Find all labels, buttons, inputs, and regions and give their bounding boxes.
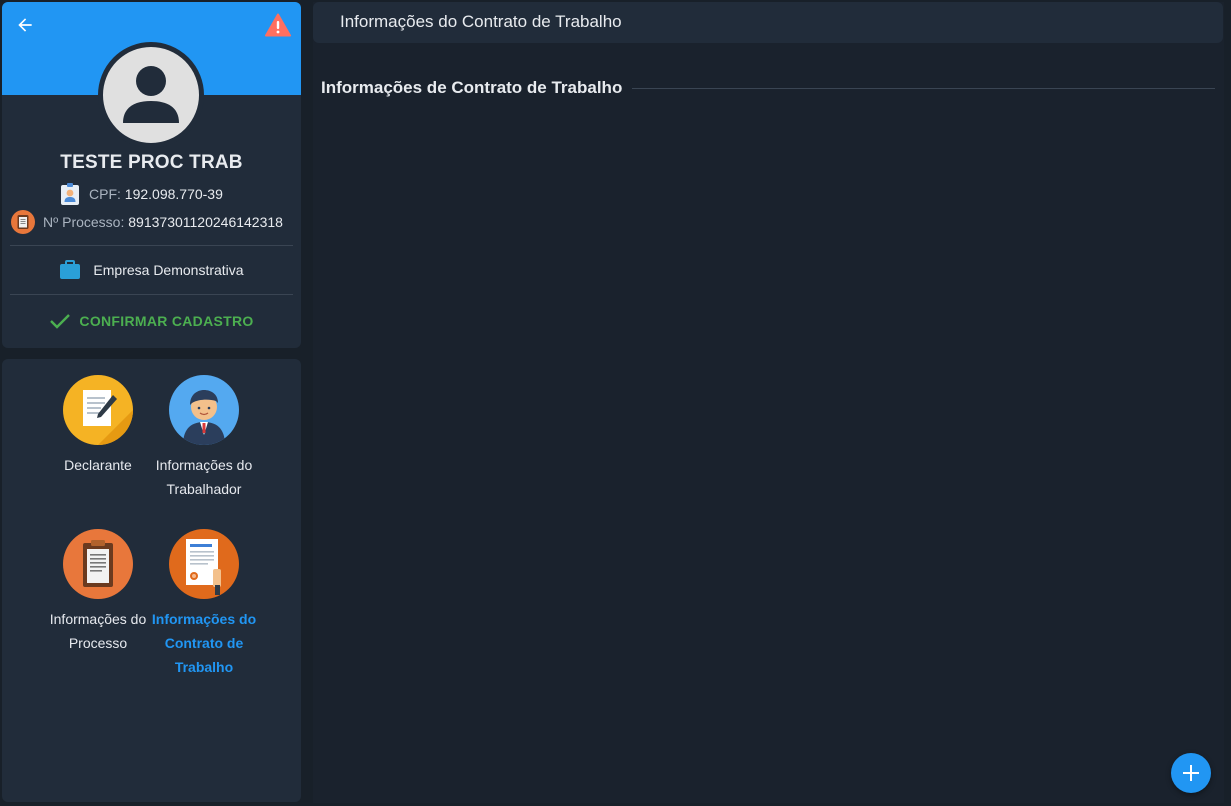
contrato-icon: [169, 529, 239, 599]
cpf-row: CPF: 192.098.770-39: [59, 182, 223, 206]
confirm-registration-button[interactable]: CONFIRMAR CADASTRO: [2, 312, 301, 330]
profile-card: TESTE PROC TRAB CPF: 192.098.770-39 Nº P…: [2, 2, 301, 348]
cpf-value: 192.098.770-39: [124, 186, 223, 202]
nav-item-trabalhador[interactable]: Informações do Trabalhador: [151, 375, 257, 501]
user-icon: [123, 66, 179, 123]
nav-label: Informações do Processo: [49, 611, 147, 651]
page-header: Informações do Contrato de Trabalho: [313, 2, 1223, 43]
page-title: Informações do Contrato de Trabalho: [340, 12, 622, 31]
section-divider: [632, 87, 1215, 89]
app-root: TESTE PROC TRAB CPF: 192.098.770-39 Nº P…: [0, 0, 1231, 806]
main-panel: Informações do Contrato de Trabalho Info…: [313, 2, 1224, 803]
nav-label: Declarante: [64, 457, 132, 473]
profile-divider: [10, 245, 293, 246]
company-row: Empresa Demonstrativa: [2, 260, 301, 280]
clipboard-icon: [11, 210, 35, 234]
plus-icon: [1183, 765, 1199, 781]
arrow-left-icon: [18, 18, 32, 32]
process-label: Nº Processo:: [43, 214, 125, 230]
confirm-label: CONFIRMAR CADASTRO: [79, 313, 254, 329]
nav-item-contrato[interactable]: Informações do Contrato de Trabalho: [151, 529, 257, 679]
section-title: Informações de Contrato de Trabalho: [321, 78, 623, 97]
trabalhador-icon: [169, 375, 239, 445]
nav-item-declarante[interactable]: Declarante: [45, 375, 151, 477]
profile-name: TESTE PROC TRAB: [60, 152, 243, 173]
check-icon: [50, 314, 71, 329]
avatar: [98, 42, 204, 148]
declarante-icon: [63, 375, 133, 445]
briefcase-icon: [60, 260, 81, 279]
company-name: Empresa Demonstrativa: [93, 262, 244, 278]
profile-divider: [10, 294, 293, 295]
section-header: Informações de Contrato de Trabalho: [321, 78, 1215, 98]
processo-icon: [63, 529, 133, 599]
process-row: Nº Processo: 89137301120246142318: [11, 210, 283, 234]
id-badge-icon: [61, 183, 79, 205]
nav-label: Informações do Trabalhador: [155, 457, 253, 497]
nav-label: Informações do Contrato de Trabalho: [151, 611, 257, 675]
add-button[interactable]: [1171, 753, 1211, 793]
process-value: 89137301120246142318: [128, 214, 283, 230]
nav-item-processo[interactable]: Informações do Processo: [45, 529, 151, 655]
cpf-label: CPF:: [89, 186, 121, 202]
warning-icon: [265, 13, 291, 37]
back-button[interactable]: [12, 12, 38, 38]
alert-button[interactable]: [265, 12, 291, 38]
nav-card: Declarante Informações do Trabalhador In…: [2, 359, 301, 802]
